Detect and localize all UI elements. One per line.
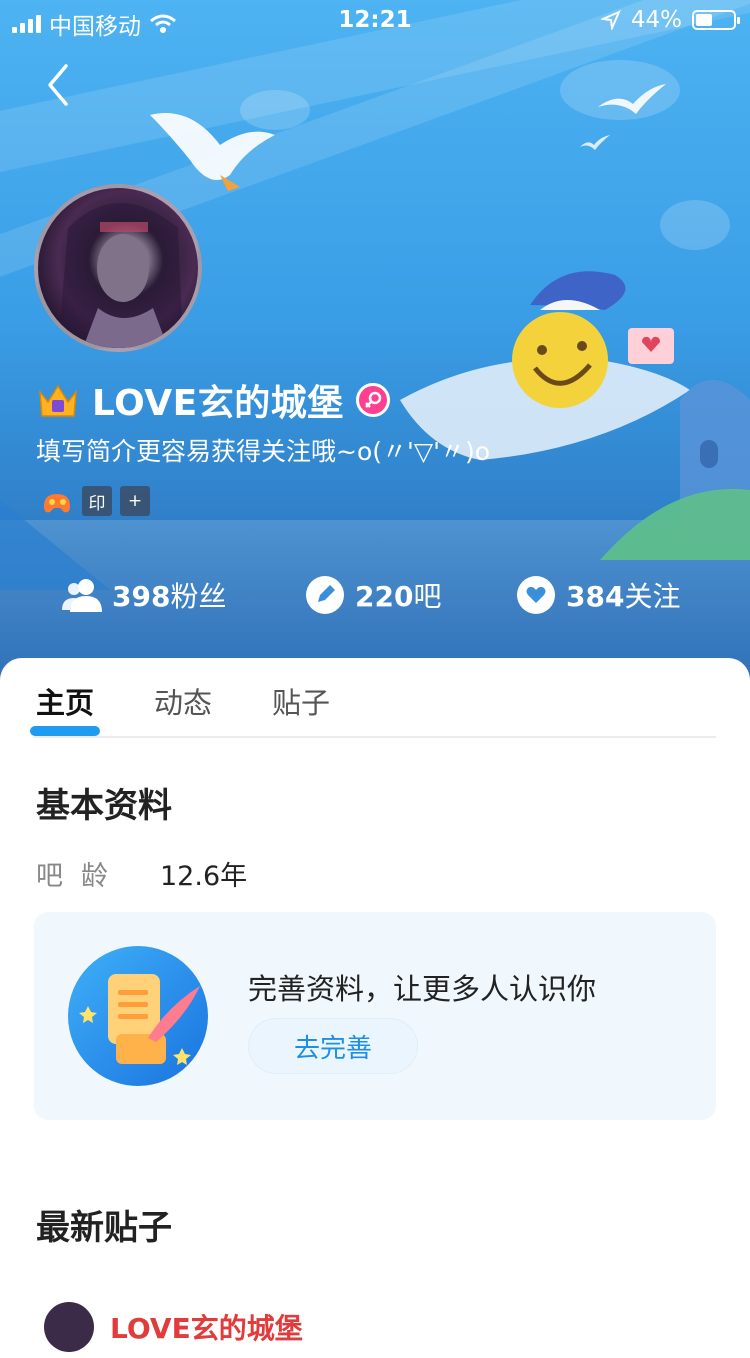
tab-bar: 主页 动态 贴子 bbox=[30, 680, 330, 736]
pen-icon bbox=[305, 575, 345, 615]
tab-label: 动态 bbox=[154, 686, 213, 720]
age-row: 吧龄 12.6年 bbox=[36, 854, 247, 893]
status-bar: 中国移动 12:21 44% bbox=[0, 0, 750, 40]
fans-stat[interactable]: 398粉丝 bbox=[62, 575, 226, 615]
battery-icon bbox=[692, 10, 740, 30]
cloud-decoration bbox=[660, 200, 730, 250]
badge-row: 印 + bbox=[40, 486, 150, 516]
gamepad-badge-icon[interactable] bbox=[40, 486, 74, 516]
seagull-illustration bbox=[150, 113, 275, 191]
post-item-preview[interactable]: LOVE玄的城堡 bbox=[44, 1302, 303, 1352]
print-badge[interactable]: 印 bbox=[82, 486, 112, 516]
tab-divider bbox=[34, 736, 716, 738]
fans-label: 粉丝 bbox=[170, 580, 227, 613]
basic-info-title: 基本资料 bbox=[36, 786, 172, 826]
tab-activity[interactable]: 动态 bbox=[154, 680, 212, 722]
post-author-avatar bbox=[44, 1302, 94, 1352]
tab-home[interactable]: 主页 bbox=[30, 680, 101, 736]
bars-label: 吧 bbox=[413, 580, 442, 613]
heart-icon bbox=[516, 575, 556, 615]
username-row: LOVE玄的城堡 bbox=[36, 374, 390, 426]
avatar[interactable] bbox=[34, 184, 202, 352]
complete-profile-button[interactable]: 去完善 bbox=[248, 1018, 418, 1074]
tab-label: 贴子 bbox=[272, 686, 331, 720]
fans-count: 398 bbox=[112, 580, 171, 613]
tab-posts[interactable]: 贴子 bbox=[272, 680, 330, 722]
follow-stat[interactable]: 384关注 bbox=[516, 575, 680, 615]
bars-count: 220 bbox=[355, 580, 414, 613]
profile-content-card: 主页 动态 贴子 基本资料 吧龄 12.6年 完善资料，让更多人认识你 去完善 … bbox=[0, 658, 750, 1358]
follow-label: 关注 bbox=[624, 580, 681, 613]
back-button[interactable] bbox=[40, 60, 80, 110]
crown-icon bbox=[39, 384, 77, 417]
battery-level bbox=[696, 14, 712, 26]
post-author-name: LOVE玄的城堡 bbox=[110, 1312, 303, 1345]
complete-profile-banner: 完善资料，让更多人认识你 去完善 bbox=[34, 912, 716, 1120]
tab-label: 主页 bbox=[36, 686, 95, 720]
age-value: 12.6年 bbox=[160, 861, 248, 892]
bars-stat[interactable]: 220吧 bbox=[305, 575, 441, 615]
age-label: 吧龄 bbox=[36, 861, 126, 892]
users-icon bbox=[62, 575, 102, 615]
add-badge-button[interactable]: + bbox=[120, 486, 150, 516]
battery-percent: 44% bbox=[630, 7, 682, 33]
avatar-portrait bbox=[58, 203, 183, 348]
profile-intro[interactable]: 填写简介更容易获得关注哦~o(〃'▽'〃)o bbox=[36, 432, 490, 468]
active-tab-indicator bbox=[30, 726, 101, 736]
follow-count: 384 bbox=[566, 580, 625, 613]
latest-posts-title: 最新贴子 bbox=[36, 1208, 172, 1248]
seagull-illustration bbox=[580, 135, 610, 150]
hill-illustration bbox=[600, 488, 750, 560]
location-arrow-icon bbox=[600, 10, 621, 30]
chevron-left-icon bbox=[48, 64, 68, 106]
female-gender-icon bbox=[355, 383, 390, 417]
seagull-illustration bbox=[598, 84, 666, 114]
complete-profile-text: 完善资料，让更多人认识你 bbox=[248, 972, 597, 1006]
scroll-quill-icon bbox=[68, 946, 208, 1086]
stats-bar: 398粉丝 220吧 384关注 bbox=[0, 575, 750, 625]
username: LOVE玄的城堡 bbox=[92, 383, 344, 424]
